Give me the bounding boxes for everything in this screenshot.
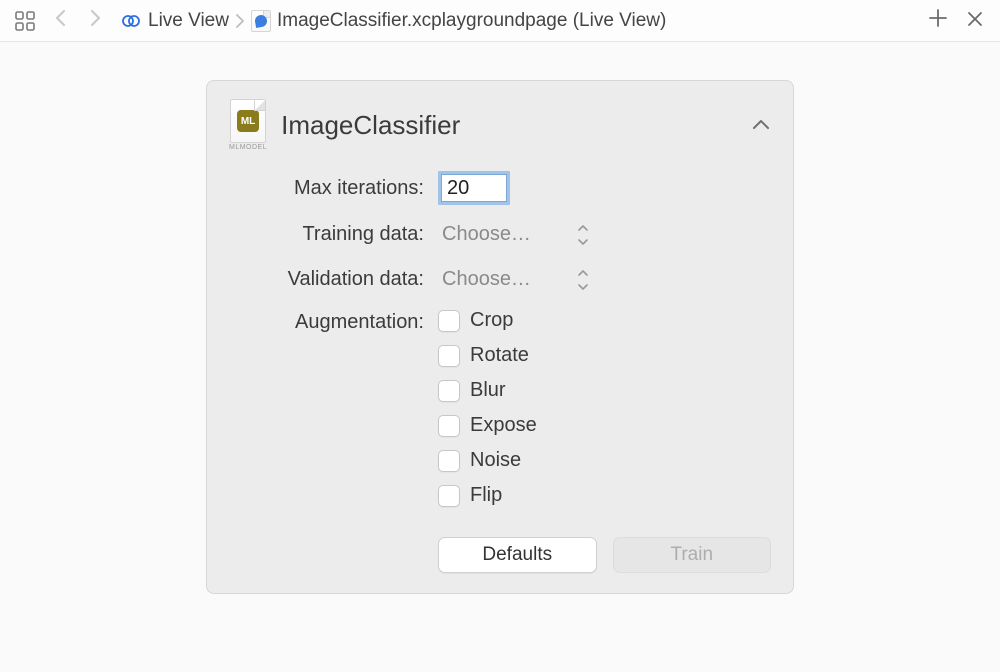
breadcrumb-label: Live View (148, 10, 229, 32)
option-label: Crop (470, 309, 513, 332)
form: Max iterations: Training data: Choose… V… (229, 171, 771, 573)
close-icon[interactable] (966, 8, 984, 34)
label-augmentation: Augmentation: (229, 309, 424, 334)
liveview-icon (120, 10, 142, 32)
collapse-icon[interactable] (751, 118, 771, 132)
option-label: Expose (470, 414, 537, 437)
max-iterations-input[interactable] (438, 171, 510, 205)
nav-forward-icon[interactable] (84, 8, 106, 34)
toolbar-right (928, 8, 990, 34)
stepper-icon (576, 270, 590, 290)
augmentation-checklist: Crop Rotate Blur Expose Noise (438, 309, 771, 507)
checkbox-icon[interactable] (438, 310, 460, 332)
stepper-icon (576, 225, 590, 245)
classifier-panel: ML MLMODEL ImageClassifier Max iteration… (206, 80, 794, 594)
mlmodel-caption: MLMODEL (229, 144, 267, 151)
add-icon[interactable] (928, 8, 948, 34)
button-label: Defaults (482, 544, 552, 566)
select-value: Choose… (442, 268, 531, 291)
grid-icon[interactable] (14, 10, 36, 32)
option-label: Noise (470, 449, 521, 472)
checkbox-icon[interactable] (438, 345, 460, 367)
label-training-data: Training data: (229, 223, 424, 246)
breadcrumb-item-liveview[interactable]: Live View (118, 10, 231, 32)
button-label: Train (670, 544, 713, 566)
nav-back-icon[interactable] (50, 8, 72, 34)
breadcrumb-label: ImageClassifier.xcplaygroundpage (Live V… (277, 10, 666, 32)
validation-data-select[interactable]: Choose… (438, 264, 598, 295)
training-data-select[interactable]: Choose… (438, 219, 598, 250)
viewport: ML MLMODEL ImageClassifier Max iteration… (0, 42, 1000, 672)
train-button[interactable]: Train (613, 537, 772, 573)
augmentation-option-crop[interactable]: Crop (438, 309, 771, 332)
augmentation-option-expose[interactable]: Expose (438, 414, 771, 437)
mlmodel-icon: ML MLMODEL (229, 99, 267, 151)
checkbox-icon[interactable] (438, 415, 460, 437)
panel-header: ML MLMODEL ImageClassifier (229, 99, 771, 151)
checkbox-icon[interactable] (438, 380, 460, 402)
augmentation-option-flip[interactable]: Flip (438, 484, 771, 507)
breadcrumb-separator-icon (235, 11, 245, 31)
option-label: Blur (470, 379, 506, 402)
button-row: Defaults Train (438, 537, 771, 573)
panel-title: ImageClassifier (281, 110, 460, 141)
option-label: Rotate (470, 344, 529, 367)
augmentation-option-rotate[interactable]: Rotate (438, 344, 771, 367)
ml-badge-label: ML (237, 110, 259, 132)
select-value: Choose… (442, 223, 531, 246)
swift-file-icon (251, 10, 271, 32)
checkbox-icon[interactable] (438, 450, 460, 472)
toolbar: Live View ImageClassifier.xcplaygroundpa… (0, 0, 1000, 42)
toolbar-left (14, 8, 106, 34)
augmentation-option-noise[interactable]: Noise (438, 449, 771, 472)
breadcrumb: Live View ImageClassifier.xcplaygroundpa… (118, 10, 668, 32)
augmentation-option-blur[interactable]: Blur (438, 379, 771, 402)
label-validation-data: Validation data: (229, 268, 424, 291)
option-label: Flip (470, 484, 502, 507)
breadcrumb-item-file[interactable]: ImageClassifier.xcplaygroundpage (Live V… (249, 10, 668, 32)
checkbox-icon[interactable] (438, 485, 460, 507)
label-max-iterations: Max iterations: (229, 177, 424, 200)
defaults-button[interactable]: Defaults (438, 537, 597, 573)
